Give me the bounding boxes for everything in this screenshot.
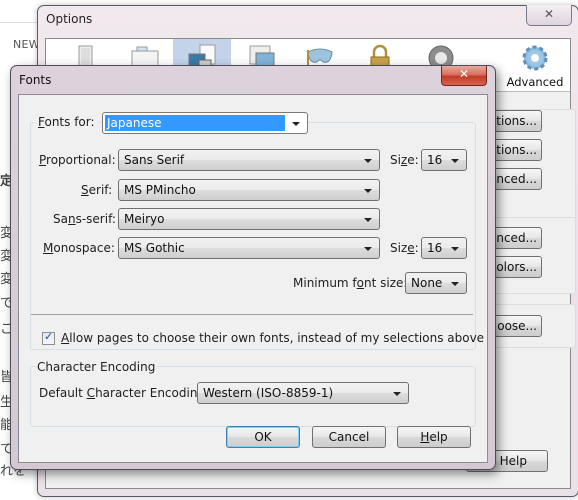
- fonts-dialog: Fonts ✕ Fonts for: Japanese Proportional…: [10, 65, 496, 470]
- monospace-value: MS Gothic: [124, 241, 185, 255]
- chevron-down-icon: [364, 218, 372, 222]
- ok-button[interactable]: OK: [226, 426, 300, 448]
- background-news-text: NEW: [13, 38, 40, 51]
- help-button[interactable]: Help: [397, 426, 471, 448]
- advanced-gear-icon: [522, 45, 548, 71]
- fonts-close-button[interactable]: ✕: [441, 66, 487, 86]
- background-divider: [0, 22, 42, 23]
- default-encoding-select[interactable]: Western (ISO-8859-1): [197, 382, 409, 404]
- proportional-size-label: Size:: [390, 153, 419, 167]
- allow-pages-label[interactable]: Allow pages to choose their own fonts, i…: [61, 331, 484, 345]
- proportional-value: Sans Serif: [124, 153, 185, 167]
- fonts-dialog-title: Fonts: [19, 73, 52, 87]
- proportional-label: Proportional:: [39, 153, 116, 167]
- character-encoding-group-title: Character Encoding: [35, 360, 158, 374]
- chevron-down-icon: [393, 392, 401, 396]
- proportional-select[interactable]: Sans Serif: [118, 149, 380, 171]
- monospace-label: Monospace:: [43, 241, 115, 255]
- serif-label: Serif:: [81, 183, 113, 197]
- chevron-down-icon: [451, 159, 459, 163]
- chevron-down-icon: [364, 247, 372, 251]
- default-encoding-label: Default Character Encoding:: [39, 386, 210, 400]
- monospace-size-value: 16: [427, 241, 443, 255]
- serif-value: MS PMincho: [124, 183, 196, 197]
- sans-serif-value: Meiryo: [124, 212, 165, 226]
- fonts-for-value: Japanese: [105, 115, 285, 131]
- monospace-size-label: Size:: [390, 241, 419, 255]
- tab-advanced[interactable]: Advanced: [500, 39, 570, 91]
- monospace-select[interactable]: MS Gothic: [118, 237, 380, 259]
- options-window-title: Options: [46, 12, 93, 26]
- sans-serif-label: Sans-serif:: [53, 212, 116, 226]
- tab-label: Advanced: [506, 75, 564, 89]
- monospace-size-select[interactable]: 16: [421, 237, 467, 259]
- chevron-down-icon: [451, 282, 459, 286]
- fonts-dialog-body: Fonts for: Japanese Proportional: Sans S…: [18, 94, 488, 463]
- allow-pages-checkbox[interactable]: ✓: [42, 330, 55, 345]
- close-icon: ✕: [543, 7, 555, 21]
- checkmark-icon: ✓: [44, 330, 54, 343]
- chevron-down-icon: [364, 189, 372, 193]
- proportional-size-select[interactable]: 16: [421, 149, 467, 171]
- proportional-size-value: 16: [427, 153, 443, 167]
- minimum-font-size-select[interactable]: None: [405, 272, 467, 294]
- sans-serif-select[interactable]: Meiryo: [118, 208, 380, 230]
- cancel-button[interactable]: Cancel: [312, 426, 386, 448]
- serif-select[interactable]: MS PMincho: [118, 179, 380, 201]
- close-icon: ✕: [458, 67, 470, 81]
- fonts-for-select[interactable]: Japanese: [102, 112, 308, 134]
- separator: [31, 314, 473, 315]
- chevron-down-icon: [292, 122, 300, 126]
- fonts-for-label: Fonts for:: [34, 115, 99, 129]
- chevron-down-icon: [451, 247, 459, 251]
- minimum-font-size-label: Minimum font size:: [293, 276, 408, 290]
- minimum-font-size-value: None: [411, 276, 443, 290]
- options-close-button[interactable]: ✕: [526, 5, 572, 26]
- default-encoding-value: Western (ISO-8859-1): [203, 386, 334, 400]
- chevron-down-icon: [364, 159, 372, 163]
